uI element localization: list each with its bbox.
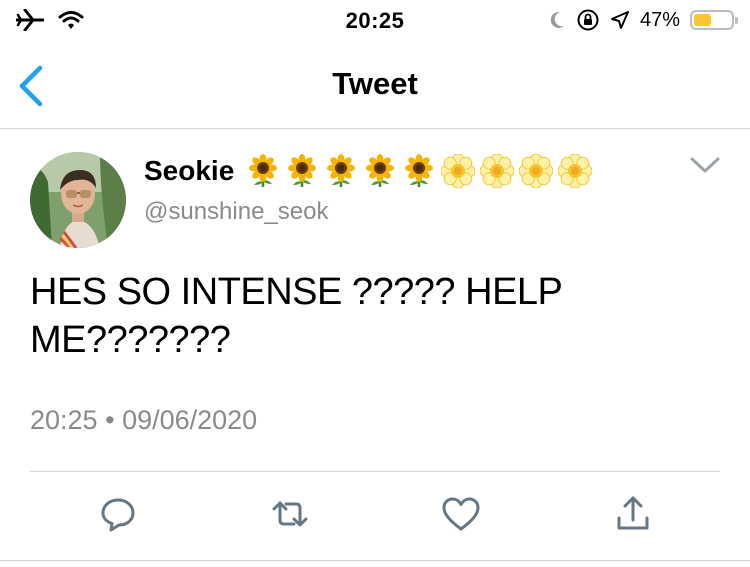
author-name: Seokie — [144, 155, 235, 186]
status-right: 47% — [548, 8, 738, 32]
avatar[interactable] — [30, 152, 126, 248]
avatar-photo — [30, 152, 126, 248]
battery-level — [694, 14, 711, 26]
like-icon[interactable] — [439, 492, 483, 536]
meta-separator: • — [105, 405, 115, 435]
sunflower-emoji — [285, 154, 319, 188]
tweet-date: 09/06/2020 — [122, 405, 258, 435]
blossom-emoji — [441, 154, 475, 188]
sunflower-emoji — [402, 154, 436, 188]
tweet-text: HES SO INTENSE ????? HELP ME??????? — [30, 271, 562, 361]
battery-cap — [735, 17, 738, 24]
retweet-icon[interactable] — [268, 492, 312, 536]
location-icon — [610, 11, 629, 29]
divider — [30, 471, 720, 472]
author-handle[interactable]: @sunshine_seok — [144, 198, 328, 226]
tweet-actions — [0, 492, 750, 542]
reply-icon[interactable] — [96, 492, 140, 536]
status-bar: 20:25 47% — [0, 0, 750, 40]
tweet-time: 20:25 — [30, 405, 98, 435]
nav-bar: Tweet — [0, 44, 750, 129]
author-line[interactable]: Seokie — [144, 154, 592, 188]
moon-icon — [550, 11, 564, 28]
blossom-emoji — [480, 154, 514, 188]
blossom-emoji — [519, 154, 553, 188]
tweet-meta: 20:25 • 09/06/2020 — [30, 405, 257, 436]
sunflower-emoji — [324, 154, 358, 188]
page-title: Tweet — [332, 66, 418, 101]
chevron-down-icon[interactable] — [688, 152, 722, 178]
author-emojis — [246, 154, 592, 188]
battery-percent: 47% — [639, 8, 680, 31]
battery-icon — [690, 10, 738, 30]
orientation-lock-icon — [577, 9, 599, 31]
blossom-emoji — [558, 154, 592, 188]
bottom-divider — [0, 560, 750, 561]
share-icon[interactable] — [611, 492, 655, 536]
sunflower-emoji — [246, 154, 280, 188]
sunflower-emoji — [363, 154, 397, 188]
